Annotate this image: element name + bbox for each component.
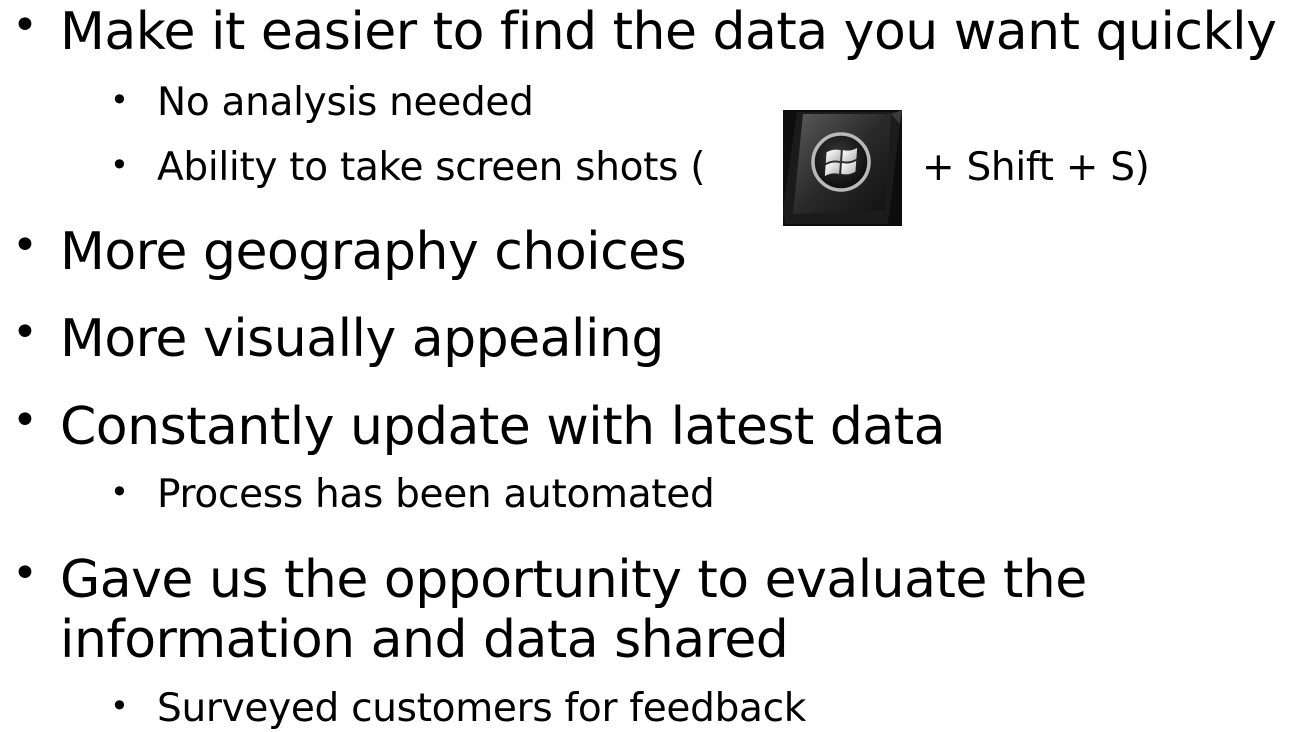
bullet-5-text-line2: information and data shared [60,610,789,670]
bullet-1-text: Make it easier to find the data you want… [60,2,1277,62]
sub-bullet-dot: • [110,473,129,511]
bullet-3-text: More visually appealing [60,309,664,369]
bullet-dot: • [12,220,38,271]
sub-bullet-dot: • [110,687,129,725]
windows-key-icon [783,110,902,226]
sub-bullet-4-1-text: Process has been automated [157,472,715,517]
sub-bullet-dot: • [110,146,129,184]
sub-bullet-1-2-text-before: Ability to take screen shots ( [157,145,706,190]
bullet-4-text: Constantly update with latest data [60,397,945,457]
sub-bullet-1-2-text-after: + Shift + S) [922,145,1150,190]
bullet-2-text: More geography choices [60,222,687,282]
sub-bullet-1-1-text: No analysis needed [157,80,534,125]
bullet-dot: • [12,0,38,51]
bullet-5-text-line1: Gave us the opportunity to evaluate the [60,550,1087,610]
bullet-dot: • [12,307,38,358]
slide: • Make it easier to find the data you wa… [0,0,1296,732]
sub-bullet-5-1-text: Surveyed customers for feedback [157,686,807,731]
sub-bullet-dot: • [110,81,129,119]
bullet-dot: • [12,395,38,446]
bullet-dot: • [12,548,38,599]
